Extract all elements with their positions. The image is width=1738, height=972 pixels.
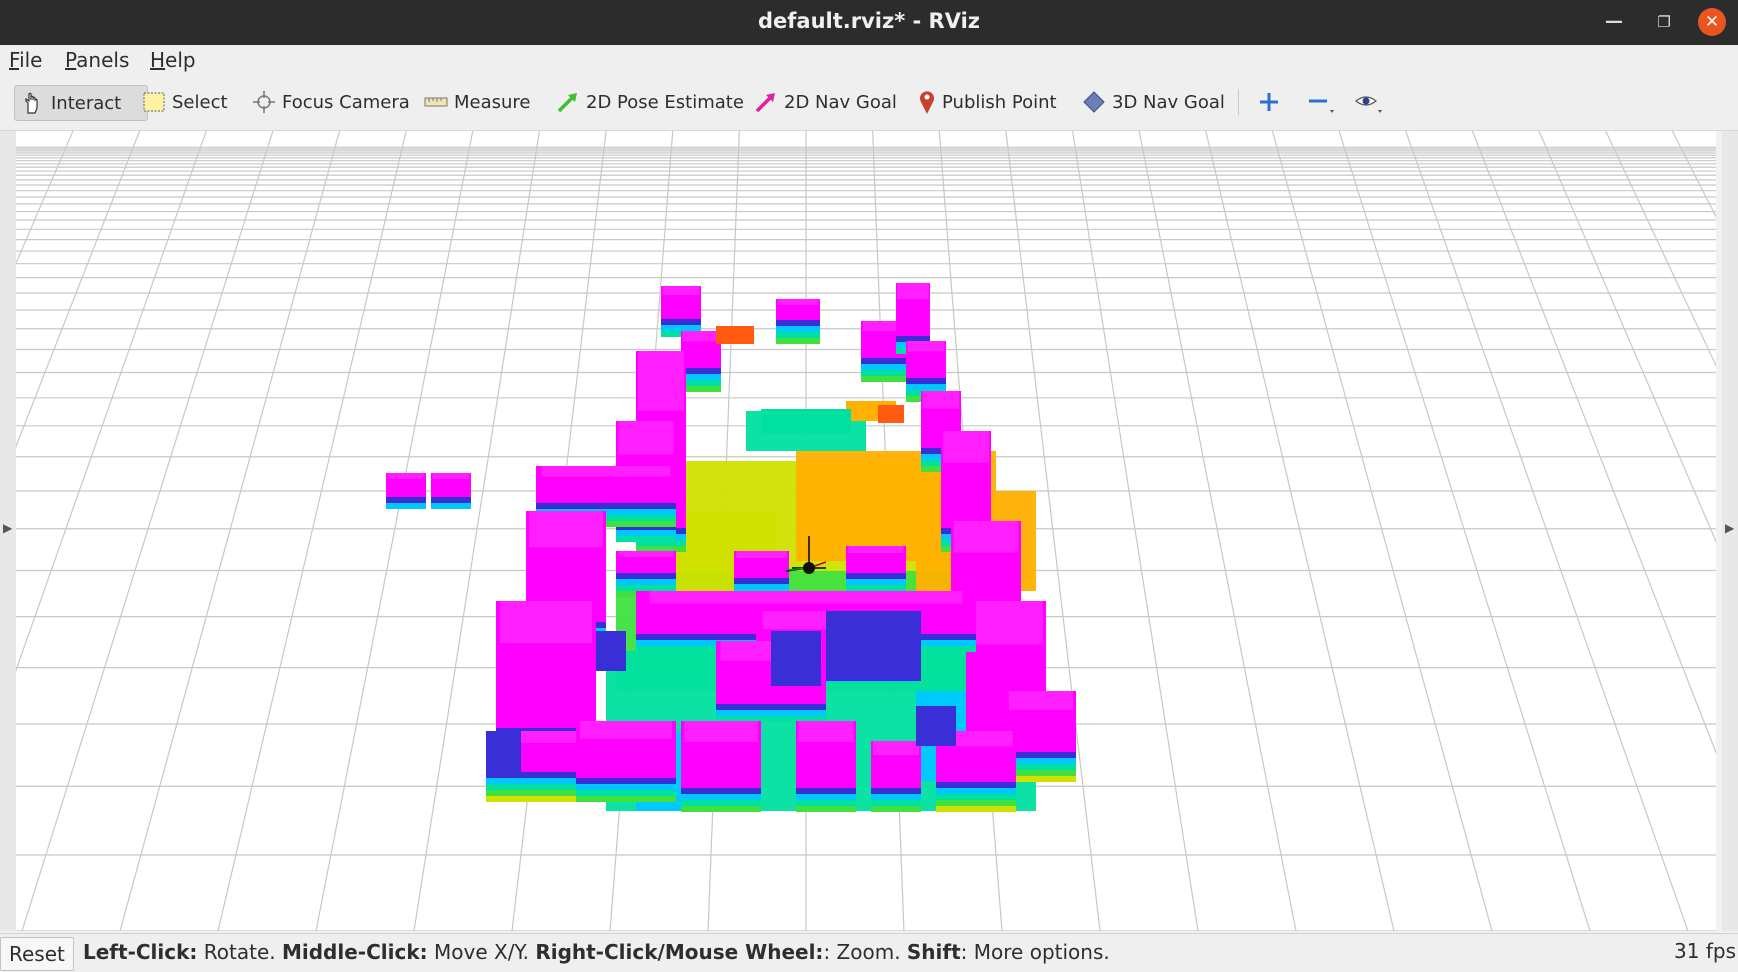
status-hint: Left-Click: Rotate. Middle-Click: Move X…: [83, 940, 1110, 964]
tool-bar: Interact Select Focus Camera Measure 2D …: [0, 75, 1738, 131]
measure-label: Measure: [454, 91, 531, 113]
render-viewport[interactable]: [16, 131, 1716, 931]
crosshair-icon: [253, 91, 275, 113]
window-title: default.rviz* - RViz: [757, 9, 980, 33]
nav-goal-3d-tool-button[interactable]: 3D Nav Goal: [1076, 85, 1231, 119]
select-label: Select: [172, 91, 228, 113]
menu-panels-label: anels: [76, 48, 130, 72]
add-tool-button[interactable]: [1252, 85, 1286, 119]
maximize-button[interactable]: ❐: [1650, 8, 1678, 36]
menu-file-label: ile: [19, 48, 43, 72]
diamond-icon: [1083, 91, 1105, 113]
hint-middle-click-action: Move X/Y.: [427, 940, 536, 964]
hand-icon: [25, 92, 38, 114]
remove-tool-button[interactable]: [1300, 85, 1342, 119]
focus-camera-label: Focus Camera: [282, 91, 410, 113]
focus-camera-tool-button[interactable]: Focus Camera: [246, 85, 416, 119]
interact-label: Interact: [51, 92, 122, 114]
expand-left-icon: ▶: [3, 521, 13, 535]
hint-right-click-action: : Zoom.: [823, 940, 907, 964]
measure-tool-button[interactable]: Measure: [418, 85, 537, 119]
eye-icon: [1355, 96, 1382, 113]
hint-shift-action: : More options.: [960, 940, 1110, 964]
menu-file[interactable]: File: [9, 48, 42, 72]
menu-help-accel: H: [150, 48, 166, 72]
interact-tool-button[interactable]: Interact: [14, 85, 148, 121]
hint-right-click-key: Right-Click/Mouse Wheel:: [535, 940, 824, 964]
select-tool-button[interactable]: Select: [136, 85, 234, 119]
fps-counter: 31 fps: [1674, 939, 1736, 963]
minus-icon: [1309, 99, 1334, 113]
left-dock-handle[interactable]: ▶: [0, 131, 16, 931]
menu-help-label: elp: [165, 48, 196, 72]
hint-shift-key: Shift: [906, 940, 961, 964]
map-pin-icon: [920, 91, 934, 114]
plus-icon: [1260, 93, 1278, 111]
select-box-icon: [143, 92, 165, 112]
pink-arrow-icon: [755, 93, 775, 113]
minimize-button[interactable]: —: [1600, 8, 1628, 36]
nav-goal-2d-tool-button[interactable]: 2D Nav Goal: [748, 85, 903, 119]
menu-help[interactable]: Help: [150, 48, 196, 72]
toolbar-separator: [1238, 89, 1239, 115]
publish-point-label: Publish Point: [942, 91, 1057, 113]
green-arrow-icon: [557, 93, 577, 113]
status-bar: Reset Left-Click: Rotate. Middle-Click: …: [0, 933, 1738, 972]
close-button[interactable]: ✕: [1698, 8, 1726, 36]
menu-panels[interactable]: Panels: [65, 48, 129, 72]
expand-right-icon: ▶: [1725, 521, 1735, 535]
ruler-icon: [424, 97, 448, 107]
menu-file-accel: F: [9, 48, 20, 72]
tool-visibility-button[interactable]: [1348, 85, 1392, 119]
nav-goal-3d-label: 3D Nav Goal: [1112, 91, 1225, 113]
voxel-occupancy-map: [386, 283, 1076, 812]
menu-panels-accel: P: [65, 48, 77, 72]
menu-bar: File Panels Help: [0, 45, 1738, 75]
pose-estimate-label: 2D Pose Estimate: [586, 91, 744, 113]
hint-middle-click-key: Middle-Click:: [281, 940, 428, 964]
right-dock-handle[interactable]: ▶: [1722, 131, 1738, 931]
hint-left-click-action: Rotate.: [197, 940, 282, 964]
title-bar: default.rviz* - RViz — ❐ ✕: [0, 0, 1738, 45]
nav-goal-2d-label: 2D Nav Goal: [784, 91, 897, 113]
publish-point-tool-button[interactable]: Publish Point: [912, 85, 1063, 119]
pose-estimate-tool-button[interactable]: 2D Pose Estimate: [550, 85, 750, 119]
reset-button[interactable]: Reset: [0, 937, 74, 971]
hint-left-click-key: Left-Click:: [83, 940, 198, 964]
